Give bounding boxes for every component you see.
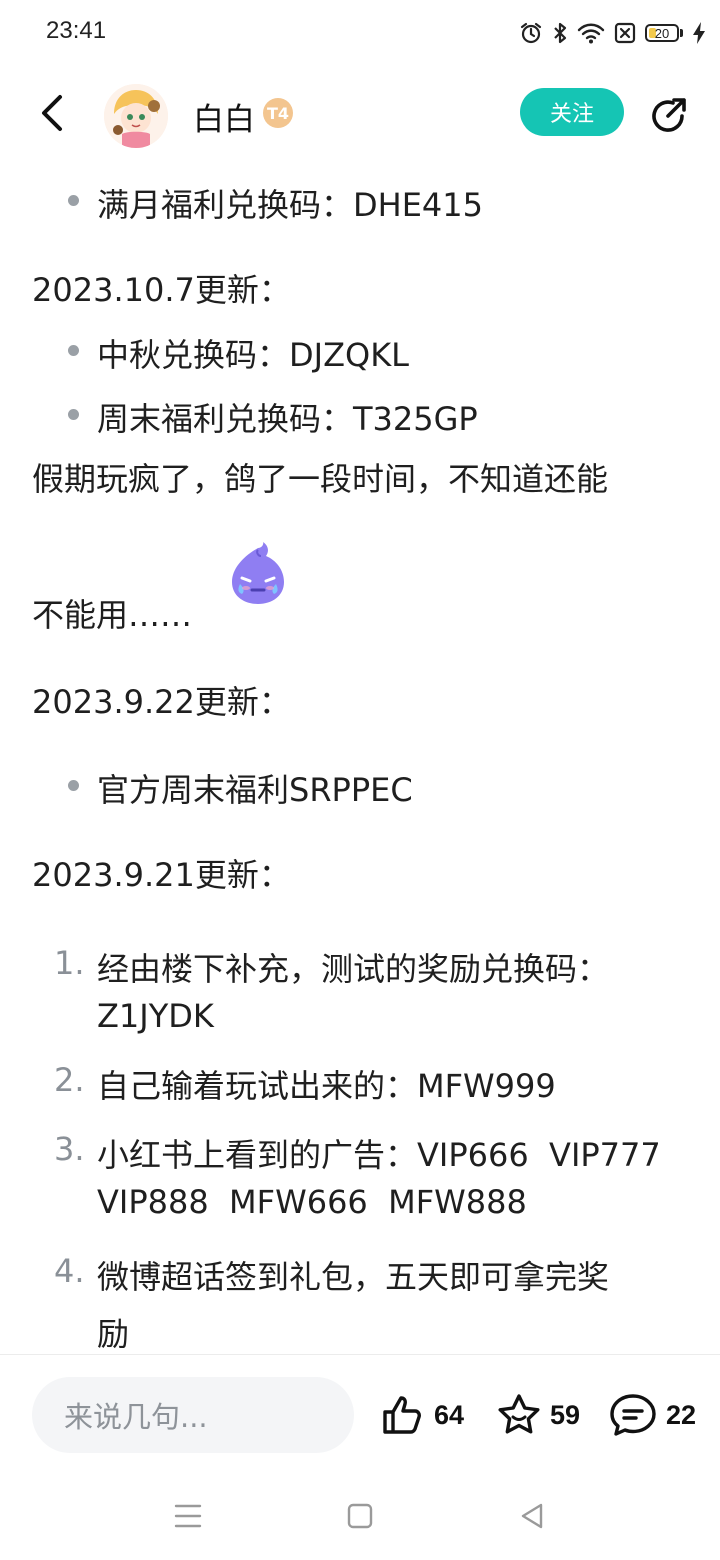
- post-content: 满月福利兑换码：DHE415 2023.10.7更新： 中秋兑换码：DJZQKL…: [0, 162, 720, 1354]
- follow-button[interactable]: 关注: [520, 88, 624, 136]
- update-heading-0922: 2023.9.22更新：: [32, 683, 291, 721]
- text-holiday-line1: 假期玩疯了，鸽了一段时间，不知道还能: [32, 460, 609, 498]
- home-square-icon: [347, 1503, 373, 1529]
- menu-button[interactable]: [168, 1496, 208, 1536]
- text-midautumn-code: 中秋兑换码：DJZQKL: [97, 336, 410, 374]
- avatar[interactable]: [104, 84, 168, 148]
- list-item-4-line2: 励: [97, 1315, 130, 1353]
- list-item-2-line1: 自己输着玩试出来的：MFW999: [97, 1067, 556, 1105]
- menu-icon: [174, 1504, 202, 1528]
- bottom-action-bar: 来说几句... 64 59 22: [0, 1354, 720, 1473]
- list-item-3-line1: 小红书上看到的广告：VIP666 VIP777: [97, 1136, 661, 1174]
- comment-button[interactable]: 22: [608, 1387, 696, 1443]
- list-bullet: [68, 345, 79, 356]
- list-number: 4.: [54, 1252, 85, 1290]
- text-monthly-code: 满月福利兑换码：DHE415: [97, 186, 484, 224]
- home-button[interactable]: [340, 1496, 380, 1536]
- list-number: 2.: [54, 1061, 85, 1099]
- share-icon: [652, 98, 686, 132]
- comment-count: 22: [666, 1399, 697, 1430]
- star-icon: [498, 1394, 540, 1434]
- sim-off-icon: [614, 22, 636, 44]
- status-time: 23:41: [46, 17, 107, 44]
- text-weekend-code: 周末福利兑换码：T325GP: [97, 400, 478, 438]
- battery-icon: 20: [645, 24, 683, 42]
- list-number: 3.: [54, 1130, 85, 1168]
- list-item-4-line1: 微博超话签到礼包，五天即可拿完奖: [97, 1258, 610, 1296]
- share-button[interactable]: [644, 92, 692, 140]
- back-triangle-icon: [521, 1503, 543, 1529]
- list-item-1-line2: Z1JYDK: [97, 997, 214, 1035]
- crying-emoji-icon: [232, 542, 284, 604]
- list-item-1-line1: 经由楼下补充，测试的奖励兑换码：: [97, 950, 610, 988]
- text-official-code: 官方周末福利SRPPEC: [97, 771, 413, 809]
- comment-icon: [610, 1394, 656, 1436]
- list-item-3-line2: VIP888 MFW666 MFW888: [97, 1183, 527, 1221]
- favorite-button[interactable]: 59: [496, 1387, 580, 1443]
- back-nav-button[interactable]: [512, 1496, 552, 1536]
- battery-level: 20: [654, 25, 670, 41]
- back-icon: [42, 95, 62, 131]
- list-bullet: [68, 409, 79, 420]
- system-nav-bar: [0, 1472, 720, 1560]
- update-heading-1007: 2023.10.7更新：: [32, 271, 291, 309]
- text-holiday-line2: 不能用……: [32, 596, 193, 634]
- thumbs-up-icon: [383, 1396, 421, 1434]
- level-badge: T4: [263, 98, 293, 128]
- like-button[interactable]: 64: [380, 1387, 464, 1443]
- list-bullet: [68, 780, 79, 791]
- charging-icon: [693, 22, 705, 44]
- list-number: 1.: [54, 944, 85, 982]
- comment-input[interactable]: 来说几句...: [32, 1377, 354, 1453]
- wifi-icon: [577, 23, 605, 44]
- favorite-count: 59: [550, 1399, 581, 1430]
- list-bullet: [68, 195, 79, 206]
- status-icons: 20: [519, 18, 706, 48]
- status-bar: 23:41 20: [0, 0, 720, 64]
- top-bar: 白白 T4 关注: [0, 64, 720, 162]
- alarm-icon: [520, 22, 542, 44]
- like-count: 64: [434, 1399, 465, 1430]
- back-button[interactable]: [28, 86, 76, 140]
- bluetooth-icon: [554, 22, 567, 44]
- update-heading-0921: 2023.9.21更新：: [32, 856, 291, 894]
- author-name[interactable]: 白白: [193, 94, 255, 139]
